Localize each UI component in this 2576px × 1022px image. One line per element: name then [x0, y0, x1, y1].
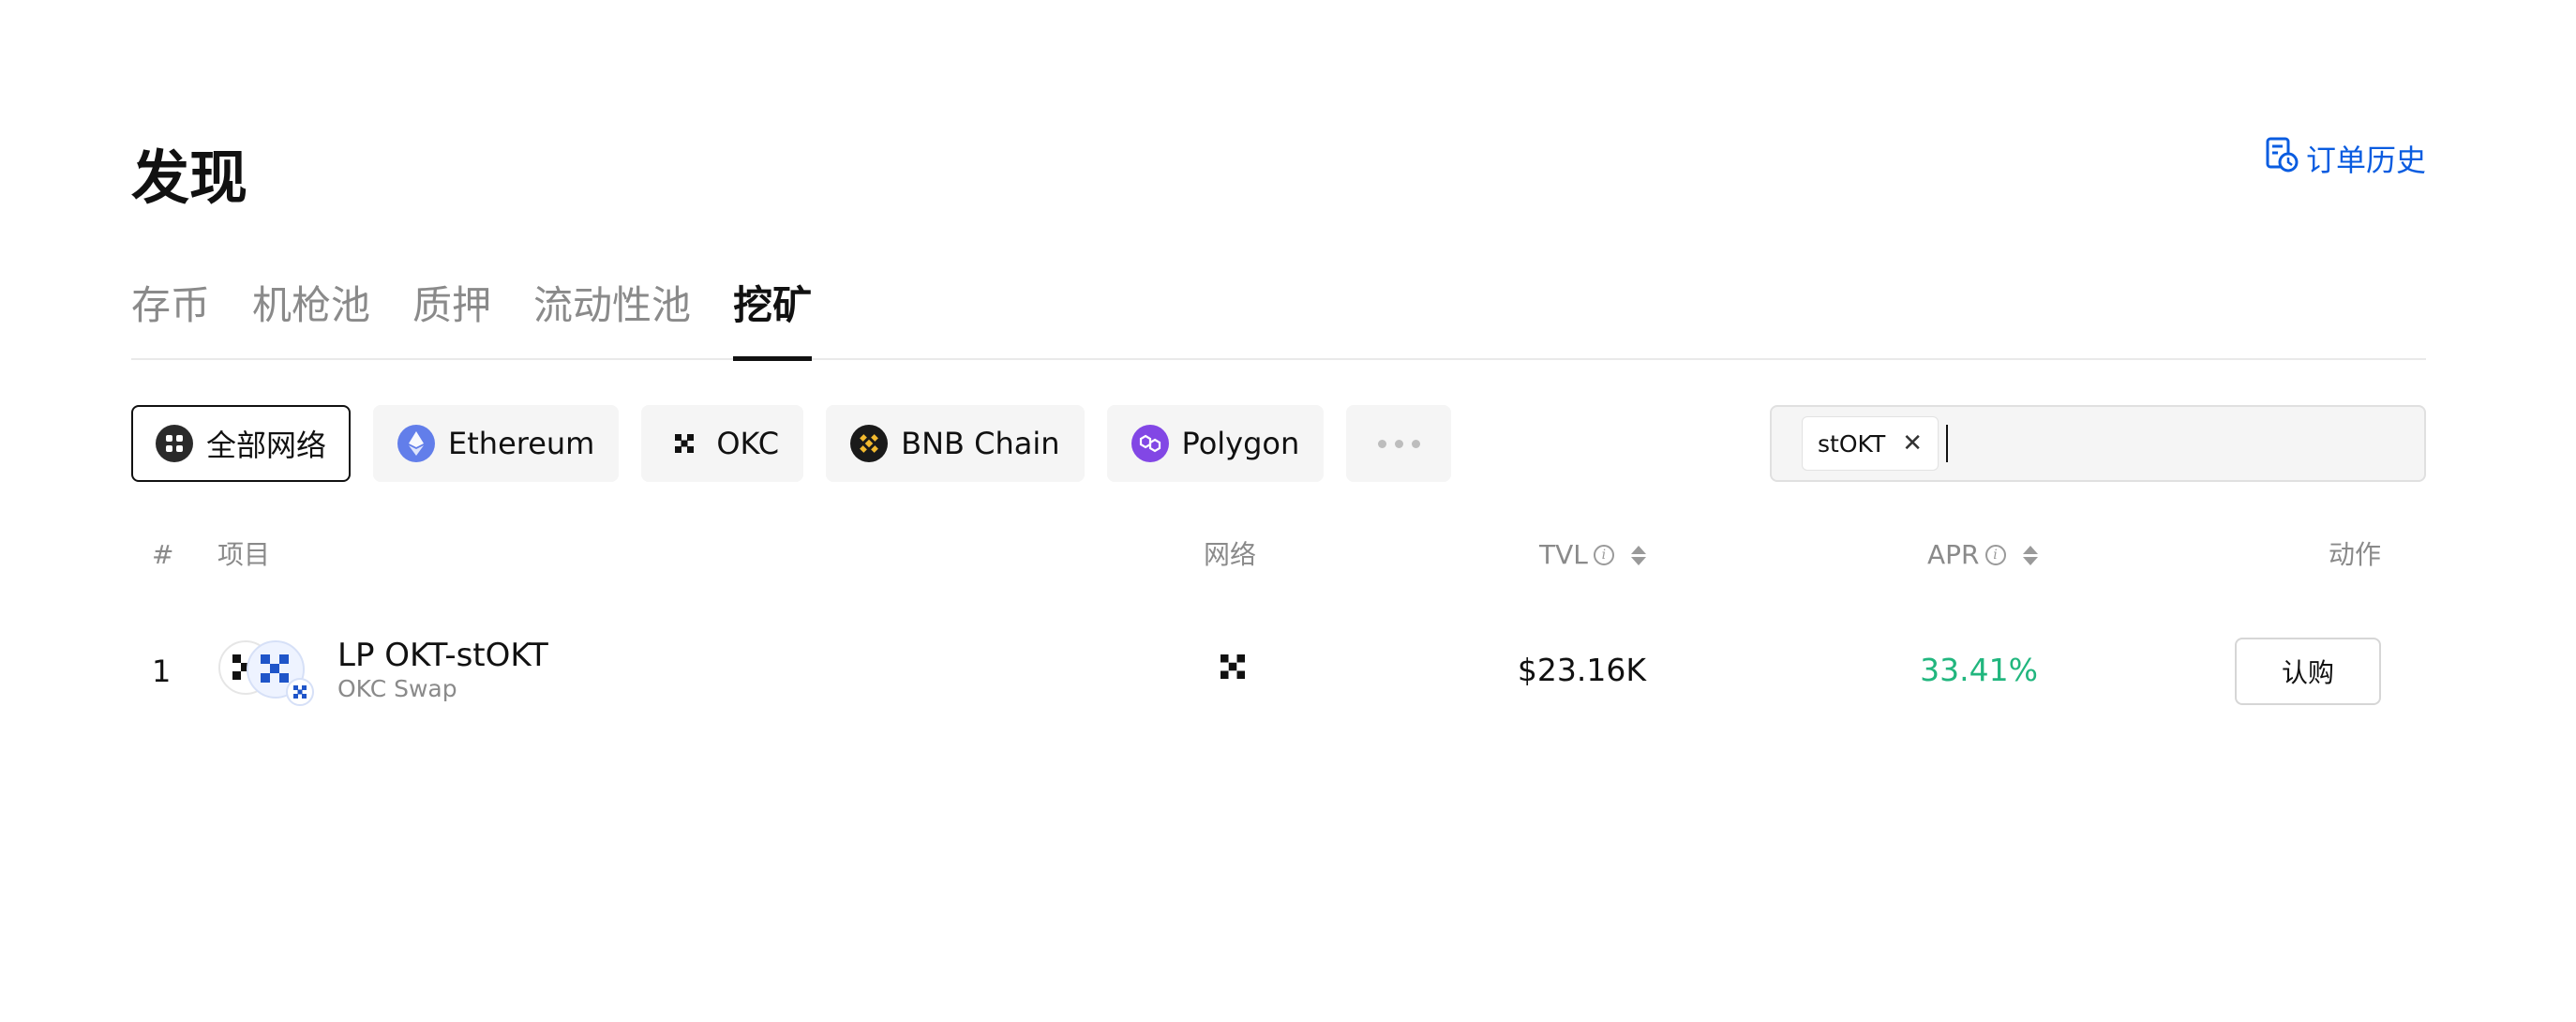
token-pair-icon — [217, 639, 319, 709]
tvl-value: $23.16K — [1517, 652, 1646, 688]
project-name: LP OKT-stOKT — [337, 637, 548, 674]
network-chip-polygon[interactable]: Polygon — [1106, 405, 1325, 482]
token-tag-label: stOKT — [1818, 429, 1886, 458]
network-chip-ethereum[interactable]: Ethereum — [373, 405, 620, 482]
token-filter-tag: stOKT ✕ — [1802, 416, 1939, 471]
sort-icon — [1630, 545, 1646, 565]
bnb-icon — [850, 425, 889, 462]
project-platform: OKC Swap — [337, 675, 457, 702]
column-header-tvl[interactable]: TVL i — [1539, 536, 1646, 574]
page-title: 发现 — [131, 143, 248, 212]
tab-mining[interactable]: 挖矿 — [733, 274, 813, 361]
info-icon[interactable]: i — [1593, 545, 1614, 565]
order-history-icon — [2265, 136, 2299, 181]
category-tabs: 存币 机枪池 质押 流动性池 挖矿 — [131, 274, 2426, 361]
column-header-apr-label: APR — [1927, 539, 1980, 570]
network-chip-label: 全部网络 — [206, 428, 327, 463]
search-input[interactable] — [1946, 425, 2359, 462]
more-dots-icon — [1377, 439, 1420, 448]
tab-deposit[interactable]: 存币 — [131, 274, 210, 358]
column-header-apr[interactable]: APR i — [1927, 536, 2038, 574]
more-networks-button[interactable] — [1346, 405, 1452, 482]
column-header-network: 网络 — [1204, 539, 1257, 570]
tab-staking[interactable]: 质押 — [412, 274, 491, 358]
network-chip-label: OKC — [716, 426, 780, 461]
tab-vault[interactable]: 机枪池 — [252, 274, 370, 358]
polygon-icon — [1131, 425, 1169, 462]
tab-liquidity-pool[interactable]: 流动性池 — [533, 274, 691, 358]
order-history-link[interactable]: 订单历史 — [2265, 137, 2426, 180]
info-icon[interactable]: i — [1984, 545, 2006, 565]
close-icon[interactable]: ✕ — [1902, 431, 1923, 456]
network-filter: 全部网络 Ethereum OKC BNB Chain Polygon — [131, 405, 1452, 482]
column-header-action: 动作 — [2328, 539, 2381, 570]
token-search[interactable]: stOKT ✕ — [1770, 405, 2426, 482]
network-chip-label: BNB Chain — [901, 426, 1060, 461]
apr-value: 33.41% — [1920, 652, 2038, 688]
network-chip-label: Polygon — [1181, 426, 1300, 461]
column-header-tvl-label: TVL — [1539, 539, 1588, 570]
row-index: 1 — [152, 654, 172, 689]
ethereum-icon — [397, 425, 436, 462]
sort-icon — [2022, 545, 2038, 565]
column-header-project: 项目 — [217, 539, 271, 570]
network-chip-label: Ethereum — [448, 426, 595, 461]
network-chip-okc[interactable]: OKC — [641, 405, 804, 482]
all-networks-icon — [156, 425, 193, 462]
network-chip-bnb[interactable]: BNB Chain — [826, 405, 1085, 482]
discover-page: 发现 订单历史 存币 机枪池 质押 流动性池 挖矿 全部网络 Ethereum … — [0, 0, 2576, 1022]
okc-icon — [666, 425, 703, 462]
column-header-index: # — [152, 539, 174, 570]
network-chip-all[interactable]: 全部网络 — [131, 405, 352, 482]
subscribe-button[interactable]: 认购 — [2235, 638, 2381, 705]
okc-icon — [1219, 653, 1247, 681]
order-history-label: 订单历史 — [2305, 143, 2426, 178]
